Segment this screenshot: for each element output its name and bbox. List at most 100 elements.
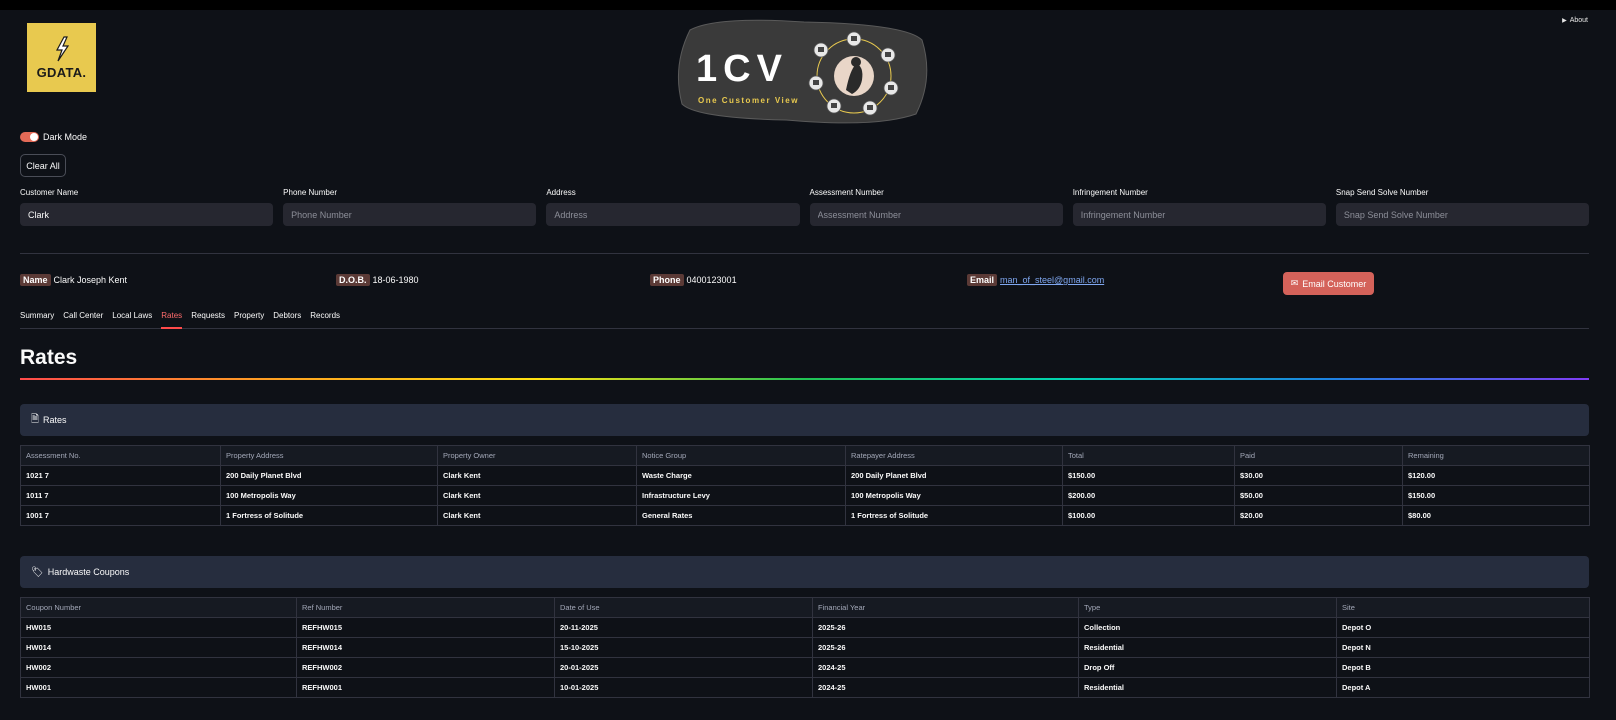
table-cell[interactable]: 1021 7 [20, 465, 221, 486]
table-cell[interactable]: Depot B [1336, 657, 1590, 678]
customer-name-input[interactable] [20, 203, 274, 226]
column-header[interactable]: Site [1336, 597, 1590, 618]
phone-number-input[interactable] [283, 203, 537, 226]
column-header[interactable]: Assessment No. [20, 445, 221, 466]
tab-property[interactable]: Property [234, 308, 264, 329]
table-cell[interactable]: 200 Daily Planet Blvd [220, 465, 438, 486]
tab-debtors[interactable]: Debtors [273, 308, 301, 329]
table-cell[interactable]: $30.00 [1234, 465, 1403, 486]
tab-bar: Summary Call Center Local Laws Rates Req… [20, 308, 1589, 329]
table-cell[interactable]: 15-10-2025 [554, 637, 813, 658]
table-cell[interactable]: Residential [1078, 677, 1337, 698]
table-row: 1021 7 200 Daily Planet Blvd Clark Kent … [20, 465, 1590, 486]
column-header[interactable]: Total [1062, 445, 1235, 466]
tab-call-center[interactable]: Call Center [63, 308, 103, 329]
column-header[interactable]: Financial Year [812, 597, 1079, 618]
tab-local-laws[interactable]: Local Laws [112, 308, 152, 329]
column-header[interactable]: Remaining [1402, 445, 1590, 466]
table-cell[interactable]: Infrastructure Levy [636, 485, 846, 506]
assessment-number-field: Assessment Number [809, 188, 1063, 226]
table-cell[interactable]: $20.00 [1234, 505, 1403, 526]
table-cell[interactable]: $80.00 [1402, 505, 1590, 526]
table-cell[interactable]: 1001 7 [20, 505, 221, 526]
email-key: Email [967, 274, 998, 286]
table-cell[interactable]: Drop Off [1078, 657, 1337, 678]
table-cell[interactable]: 2025-26 [812, 617, 1079, 638]
table-cell[interactable]: REFHW001 [296, 677, 555, 698]
table-cell[interactable]: REFHW015 [296, 617, 555, 638]
receipt-icon: 🗎 [31, 413, 40, 425]
assessment-number-input[interactable] [809, 203, 1063, 226]
table-cell[interactable]: Depot O [1336, 617, 1590, 638]
dob-value: 18-06-1980 [372, 275, 419, 285]
column-header[interactable]: Paid [1234, 445, 1403, 466]
column-header[interactable]: Property Address [220, 445, 438, 466]
column-header[interactable]: Notice Group [636, 445, 846, 466]
table-cell[interactable]: Clark Kent [437, 505, 637, 526]
table-cell[interactable]: $200.00 [1062, 485, 1235, 506]
name-key: Name [20, 274, 51, 286]
table-cell[interactable]: Clark Kent [437, 485, 637, 506]
column-header[interactable]: Coupon Number [20, 597, 297, 618]
phone-number-field: Phone Number [283, 188, 537, 226]
table-cell[interactable]: $50.00 [1234, 485, 1403, 506]
address-input[interactable] [546, 203, 800, 226]
hardwaste-coupons-section-title: Hardwaste Coupons [47, 567, 130, 577]
column-header[interactable]: Ratepayer Address [845, 445, 1063, 466]
column-header[interactable]: Type [1078, 597, 1337, 618]
table-cell[interactable]: Clark Kent [437, 465, 637, 486]
table-cell[interactable]: HW014 [20, 637, 297, 658]
table-cell[interactable]: 1 Fortress of Solitude [845, 505, 1063, 526]
email-customer-button[interactable]: ✉ Email Customer [1283, 272, 1374, 295]
banner-title: 1CV [696, 48, 788, 90]
phone-value: 0400123001 [686, 275, 737, 285]
table-cell[interactable]: 100 Metropolis Way [220, 485, 438, 506]
table-cell[interactable]: REFHW014 [296, 637, 555, 658]
tab-rates[interactable]: Rates [161, 308, 183, 329]
tab-requests[interactable]: Requests [191, 308, 225, 329]
table-cell[interactable]: $150.00 [1062, 465, 1235, 486]
table-cell[interactable]: 200 Daily Planet Blvd [845, 465, 1063, 486]
table-cell[interactable]: REFHW002 [296, 657, 555, 678]
table-cell[interactable]: $100.00 [1062, 505, 1235, 526]
dark-mode-toggle[interactable] [20, 132, 39, 142]
infringement-number-input[interactable] [1072, 203, 1326, 226]
rates-section-header[interactable]: 🗎 Rates [20, 404, 1589, 436]
tab-summary[interactable]: Summary [20, 308, 54, 329]
table-cell[interactable]: 20-11-2025 [554, 617, 813, 638]
table-cell[interactable]: 1011 7 [20, 485, 221, 506]
email-link[interactable]: man_of_steel@gmail.com [1000, 275, 1104, 285]
table-cell[interactable]: $120.00 [1402, 465, 1590, 486]
table-cell[interactable]: 2024-25 [812, 657, 1079, 678]
table-cell[interactable]: 2024-25 [812, 677, 1079, 698]
about-label: About [1569, 17, 1588, 24]
column-header[interactable]: Property Owner [437, 445, 637, 466]
table-cell[interactable]: Depot N [1336, 637, 1590, 658]
table-cell[interactable]: 20-01-2025 [554, 657, 813, 678]
table-row: 1001 7 1 Fortress of Solitude Clark Kent… [20, 505, 1590, 526]
about-expander[interactable]: ▶ About [1562, 17, 1588, 24]
table-cell[interactable]: HW001 [20, 677, 297, 698]
column-header[interactable]: Date of Use [554, 597, 813, 618]
snap-send-solve-input[interactable] [1335, 203, 1590, 226]
table-cell[interactable]: Collection [1078, 617, 1337, 638]
hardwaste-coupons-section-header[interactable]: 🏷 Hardwaste Coupons [20, 556, 1589, 588]
table-cell[interactable]: General Rates [636, 505, 846, 526]
table-cell[interactable]: 10-01-2025 [554, 677, 813, 698]
table-cell[interactable]: HW015 [20, 617, 297, 638]
table-cell[interactable]: $150.00 [1402, 485, 1590, 506]
table-cell[interactable]: Residential [1078, 637, 1337, 658]
column-header[interactable]: Ref Number [296, 597, 555, 618]
tab-records[interactable]: Records [310, 308, 340, 329]
table-cell[interactable]: 2025-26 [812, 637, 1079, 658]
table-cell[interactable]: 1 Fortress of Solitude [220, 505, 438, 526]
divider [20, 253, 1589, 254]
table-cell[interactable]: HW002 [20, 657, 297, 678]
page-title: Rates [20, 346, 78, 369]
table-cell[interactable]: Depot A [1336, 677, 1590, 698]
phone-number-label: Phone Number [283, 188, 337, 197]
table-row: HW001 REFHW001 10-01-2025 2024-25 Reside… [20, 677, 1590, 698]
clear-all-button[interactable]: Clear All [20, 154, 66, 177]
table-cell[interactable]: 100 Metropolis Way [845, 485, 1063, 506]
table-cell[interactable]: Waste Charge [636, 465, 846, 486]
